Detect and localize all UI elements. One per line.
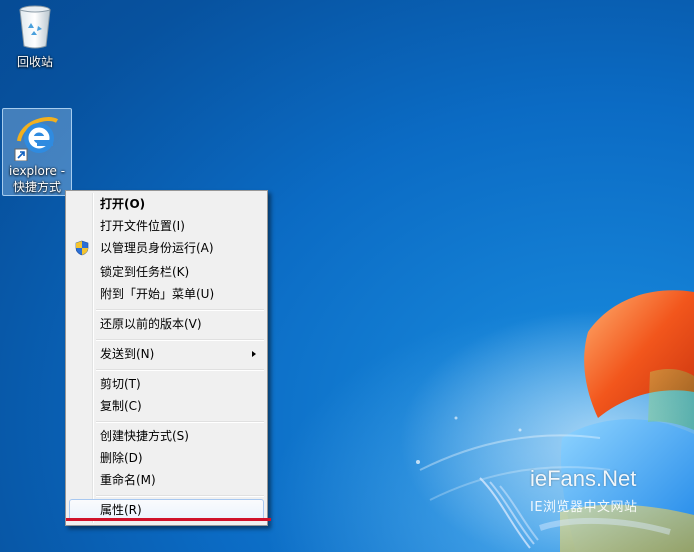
menu-item-open-file-location[interactable]: 打开文件位置(I) <box>69 215 264 237</box>
menu-item-delete[interactable]: 删除(D) <box>69 447 264 469</box>
uac-shield-icon <box>75 240 89 256</box>
iexplore-shortcut-label: iexplore - 快捷方式 <box>3 163 71 195</box>
menu-item-restore-previous-versions[interactable]: 还原以前的版本(V) <box>69 313 264 335</box>
menu-item-cut[interactable]: 剪切(T) <box>69 373 264 395</box>
menu-item-create-shortcut[interactable]: 创建快捷方式(S) <box>69 425 264 447</box>
menu-item-run-as-admin-label: 以管理员身份运行(A) <box>100 241 214 255</box>
iexplore-label-line1: iexplore - <box>8 164 66 178</box>
watermark-subtitle: IE浏览器中文网站 <box>530 500 638 515</box>
desktop-icon-iexplore-shortcut[interactable]: iexplore - 快捷方式 <box>2 108 72 196</box>
menu-item-copy[interactable]: 复制(C) <box>69 395 264 417</box>
menu-item-rename[interactable]: 重命名(M) <box>69 469 264 491</box>
menu-item-send-to-label: 发送到(N) <box>100 347 155 361</box>
internet-explorer-icon <box>14 117 59 161</box>
menu-separator <box>96 339 264 341</box>
menu-item-open[interactable]: 打开(O) <box>69 193 264 215</box>
menu-item-pin-to-taskbar[interactable]: 锁定到任务栏(K) <box>69 261 264 283</box>
menu-item-run-as-admin[interactable]: 以管理员身份运行(A) <box>69 237 264 259</box>
desktop-icon-recycle-bin[interactable]: 回收站 <box>0 4 70 70</box>
menu-item-pin-to-start-menu[interactable]: 附到「开始」菜单(U) <box>69 283 264 305</box>
menu-separator <box>96 421 264 423</box>
menu-separator <box>96 309 264 311</box>
watermark: ieFans.Net IE浏览器中文网站 <box>470 460 694 552</box>
annotation-underline <box>66 518 271 521</box>
iexplore-label-line2: 快捷方式 <box>12 180 61 194</box>
submenu-arrow-icon <box>252 351 256 357</box>
recycle-bin-icon <box>19 5 51 49</box>
context-menu: 打开(O) 打开文件位置(I) 以管理员身份运行(A) 锁定到任务栏(K) 附到… <box>65 190 268 526</box>
menu-item-send-to[interactable]: 发送到(N) <box>69 343 264 365</box>
menu-separator <box>96 369 264 371</box>
menu-separator <box>96 495 264 497</box>
watermark-title: ieFans.Net <box>530 466 637 491</box>
recycle-bin-label: 回收站 <box>16 55 53 69</box>
desktop: 回收站 iexplore - 快捷方式 打开(O) 打开文件位置(I) 以管理员… <box>0 0 694 552</box>
